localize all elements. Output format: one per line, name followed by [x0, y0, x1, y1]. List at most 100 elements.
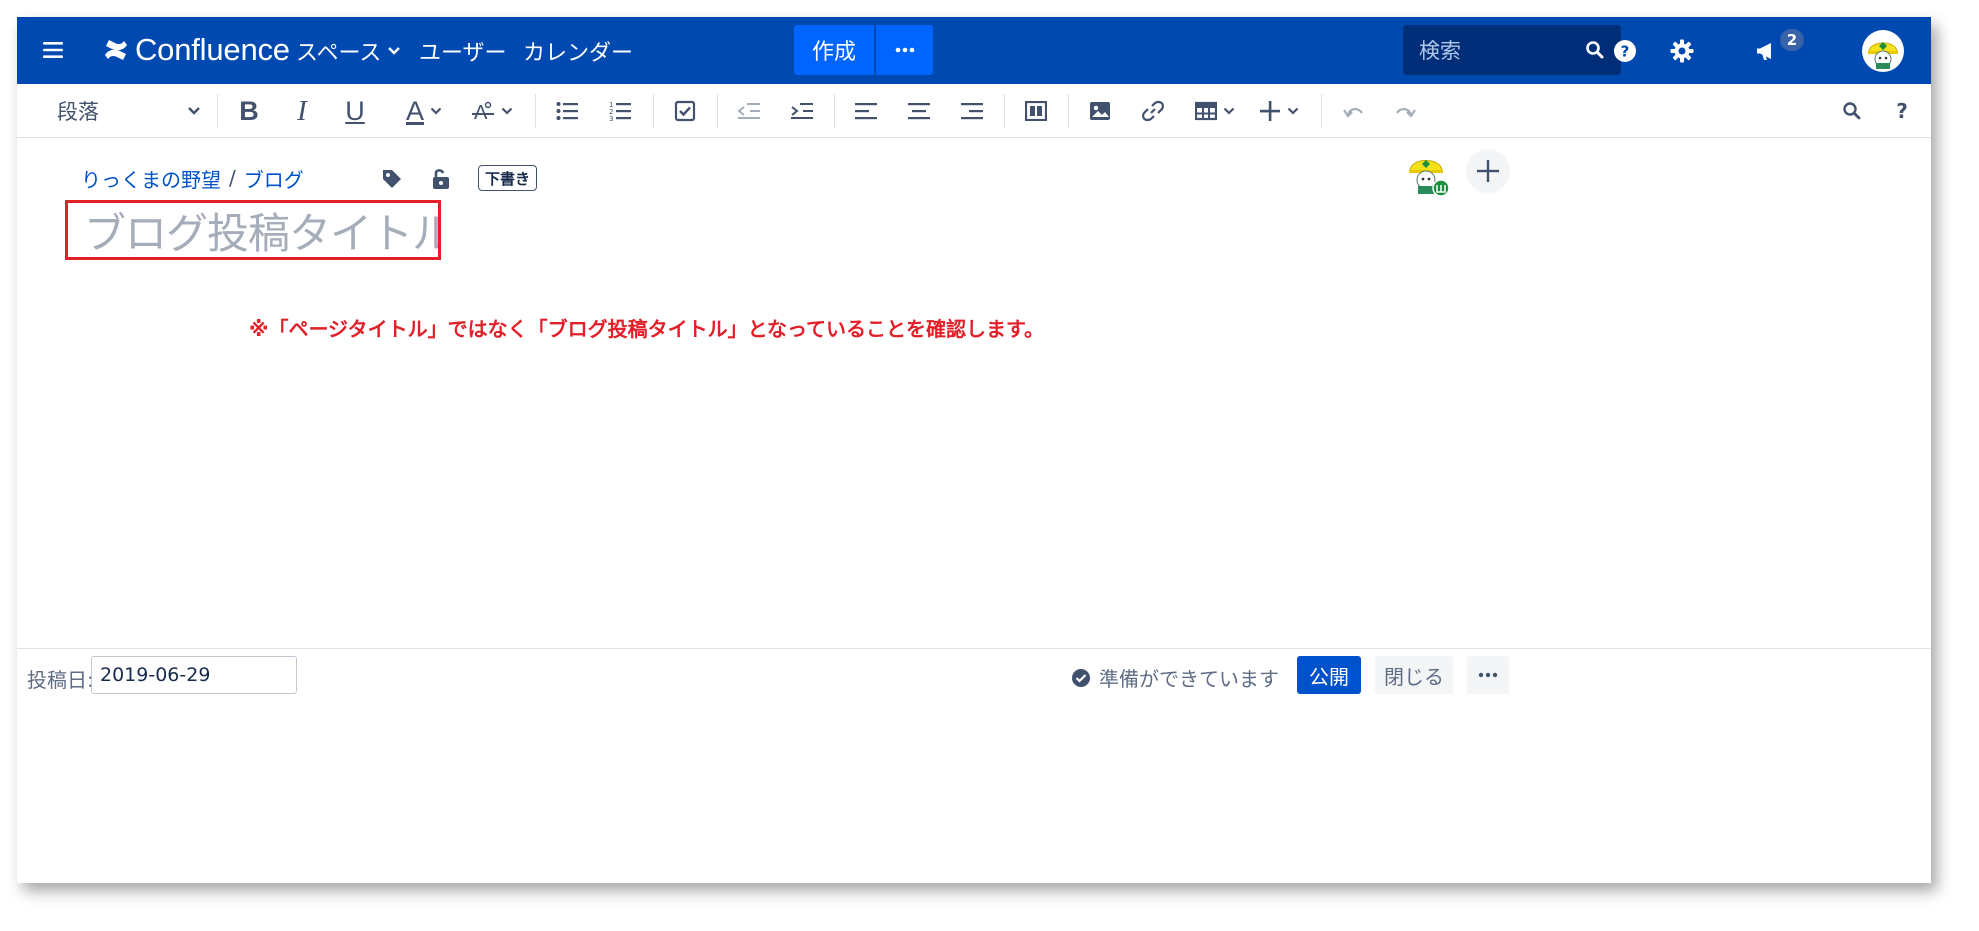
close-button[interactable]: 閉じる: [1375, 656, 1453, 694]
post-date-input[interactable]: [91, 656, 297, 694]
user-avatar[interactable]: [1862, 30, 1904, 72]
menu-icon[interactable]: [39, 35, 69, 65]
draft-status-badge: 下書き: [478, 165, 538, 191]
italic-label: I: [297, 94, 307, 127]
logo-text: Confluence: [135, 32, 290, 67]
confluence-logo[interactable]: Confluence: [103, 31, 290, 69]
settings-gear-icon[interactable]: [1665, 34, 1699, 68]
layout-icon: [1025, 101, 1047, 121]
toolbar-divider: [1321, 94, 1322, 128]
label-tag-icon[interactable]: [378, 165, 406, 193]
text-color-label: A: [405, 95, 424, 126]
paragraph-style-select[interactable]: 段落: [49, 93, 209, 129]
publish-button[interactable]: 公開: [1297, 656, 1361, 694]
toolbar-divider: [653, 94, 654, 128]
bullet-list-icon: [556, 102, 578, 120]
editor-window: Confluence スペース ユーザー カレンダー 作成 検索 ? 2 段落 …: [17, 17, 1931, 883]
annotation-note: ※「ページタイトル」ではなく「ブログ投稿タイトル」となっていることを確認します。: [249, 317, 1045, 341]
confluence-logo-icon: [105, 40, 127, 60]
insert-table-button[interactable]: [1185, 93, 1245, 129]
toolbar-divider: [1068, 94, 1069, 128]
numbered-list-icon: 123: [609, 101, 631, 122]
task-list-button[interactable]: [665, 93, 705, 129]
search-placeholder: 検索: [1419, 39, 1461, 63]
paragraph-style-label: 段落: [57, 100, 99, 124]
nav-spaces[interactable]: スペース: [296, 35, 401, 67]
find-replace-button[interactable]: [1834, 93, 1870, 129]
undo-button[interactable]: [1333, 93, 1373, 129]
outdent-icon: [738, 103, 760, 119]
align-center-button[interactable]: [899, 93, 939, 129]
chevron-down-icon: [1223, 107, 1235, 115]
table-icon: [1195, 101, 1217, 121]
align-left-button[interactable]: [846, 93, 886, 129]
image-icon: [1090, 102, 1110, 120]
editor-footer: 投稿日: 準備ができています 公開 閉じる: [17, 648, 1931, 702]
italic-button[interactable]: I: [282, 93, 322, 129]
outdent-button[interactable]: [729, 93, 769, 129]
more-horizontal-icon: [1478, 672, 1498, 678]
editor-toolbar: 段落 B I U A A 123 ?: [17, 84, 1931, 138]
undo-icon: [1343, 108, 1363, 118]
notification-count-badge: 2: [1780, 29, 1804, 51]
check-circle-icon: [1072, 668, 1090, 687]
nav-spaces-label: スペース: [296, 41, 382, 66]
redo-icon: [1396, 108, 1416, 118]
plus-icon: [1260, 101, 1280, 121]
help-icon[interactable]: ?: [1608, 34, 1642, 68]
indent-icon: [791, 103, 813, 119]
underline-button[interactable]: U: [335, 93, 375, 129]
numbered-list-button[interactable]: 123: [600, 93, 640, 129]
chevron-down-icon: [388, 47, 401, 55]
toolbar-divider: [217, 94, 218, 128]
redo-button[interactable]: [1386, 93, 1426, 129]
nav-users[interactable]: ユーザー: [419, 35, 507, 67]
breadcrumb-space[interactable]: りっくまの野望: [81, 164, 221, 193]
breadcrumb-separator: /: [229, 166, 236, 190]
align-right-icon: [961, 103, 983, 120]
toolbar-divider: [535, 94, 536, 128]
text-color-button[interactable]: A: [395, 93, 453, 129]
search-icon: [1843, 102, 1861, 120]
chevron-down-icon: [430, 107, 442, 115]
align-center-icon: [908, 103, 930, 120]
save-status-text: 準備ができています: [1099, 667, 1279, 691]
clear-formatting-icon: A: [472, 101, 494, 123]
add-collaborator-button[interactable]: [1466, 149, 1510, 193]
page-layout-button[interactable]: [1016, 93, 1056, 129]
checkbox-icon: [674, 100, 696, 122]
create-button[interactable]: 作成: [794, 25, 874, 75]
svg-text:3: 3: [609, 115, 613, 122]
toolbar-divider: [717, 94, 718, 128]
svg-text:?: ?: [1896, 100, 1908, 122]
top-navigation: Confluence スペース ユーザー カレンダー 作成 検索 ? 2: [17, 17, 1931, 84]
breadcrumb-blog[interactable]: ブログ: [244, 164, 304, 193]
underline-label: U: [345, 95, 365, 126]
collaborator-avatar[interactable]: [1403, 149, 1451, 197]
toolbar-divider: [834, 94, 835, 128]
search-input[interactable]: 検索: [1403, 25, 1621, 75]
chevron-down-icon: [1287, 107, 1299, 115]
align-right-button[interactable]: [952, 93, 992, 129]
bold-button[interactable]: B: [229, 93, 269, 129]
insert-more-button[interactable]: [1249, 93, 1309, 129]
chevron-down-icon: [501, 107, 513, 115]
indent-button[interactable]: [782, 93, 822, 129]
more-formatting-button[interactable]: A: [463, 93, 521, 129]
nav-calendar[interactable]: カレンダー: [523, 35, 633, 67]
more-options-button[interactable]: [1467, 656, 1509, 694]
search-icon: [1586, 41, 1604, 59]
insert-image-button[interactable]: [1080, 93, 1120, 129]
link-icon: [1142, 100, 1164, 122]
svg-text:?: ?: [1621, 43, 1630, 61]
insert-link-button[interactable]: [1133, 93, 1173, 129]
blog-title-input[interactable]: ブログ投稿タイトル: [65, 200, 441, 260]
avatar-helmet-icon: [1868, 42, 1898, 69]
editor-help-button[interactable]: ?: [1886, 93, 1918, 129]
create-more-button[interactable]: [876, 25, 933, 75]
unlocked-restriction-icon[interactable]: [427, 165, 455, 193]
plus-icon: [1477, 160, 1499, 182]
bold-label: B: [239, 95, 259, 126]
bullet-list-button[interactable]: [547, 93, 587, 129]
chevron-down-icon: [188, 107, 200, 115]
